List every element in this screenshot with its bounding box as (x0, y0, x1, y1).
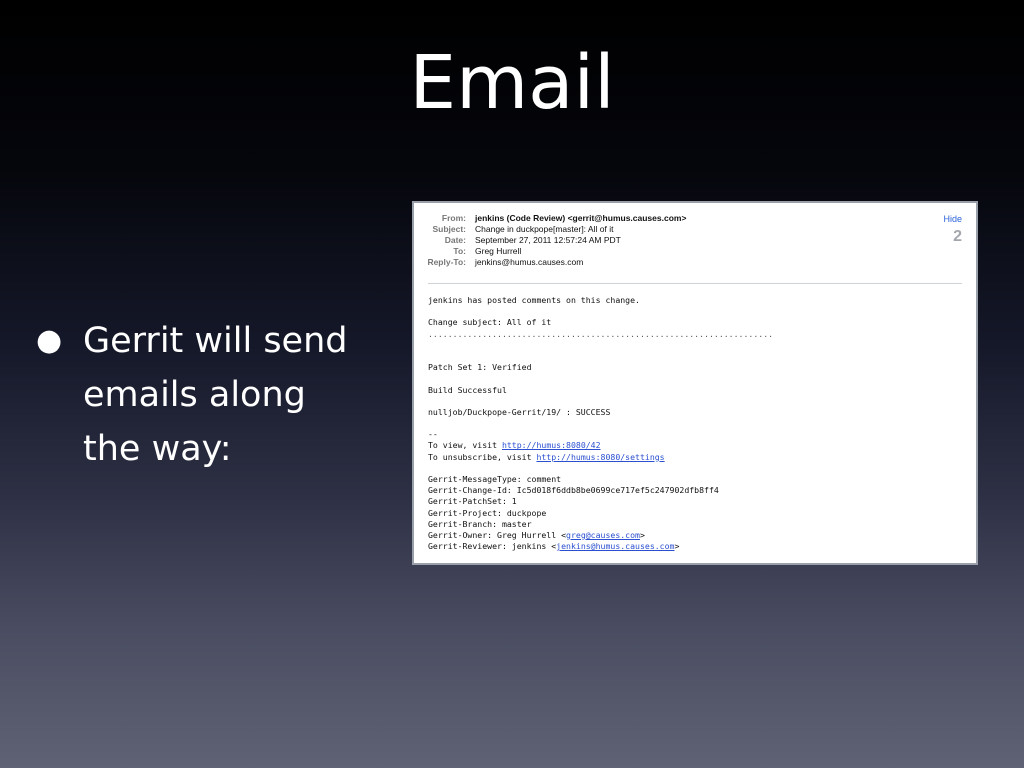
message-type-line: Gerrit-MessageType: comment (428, 474, 562, 484)
view-line: To view, visit http://humus:8080/42 (428, 440, 966, 451)
project-line: Gerrit-Project: duckpope (428, 507, 547, 518)
dotted-rule: ........................................… (428, 328, 774, 339)
owner-line: Gerrit-Owner: Greg Hurrell <greg@causes.… (428, 530, 966, 541)
reviewer-line: Gerrit-Reviewer: jenkins <jenkins@humus.… (428, 541, 966, 552)
patch-set-line: Patch Set 1: Verified (428, 362, 532, 373)
header-row-subject: Subject: Change in duckpope[master]: All… (414, 224, 976, 235)
slide-title: Email (409, 40, 615, 126)
header-label: To: (453, 246, 466, 256)
header-row-reply-to: Reply-To: jenkins@humus.causes.com (414, 257, 976, 268)
bullet-list: ● Gerrit will send emails along the way: (36, 314, 366, 476)
header-label: From: (441, 213, 466, 223)
header-label: Reply-To: (427, 257, 466, 267)
email-screenshot: From: jenkins (Code Review) <gerrit@humu… (412, 201, 978, 565)
email-headers: From: jenkins (Code Review) <gerrit@humu… (414, 213, 976, 268)
view-prefix: To view, visit (428, 440, 502, 451)
change-subject-line: Change subject: All of it (428, 317, 552, 328)
body-line: jenkins has posted comments on this chan… (428, 295, 640, 305)
patchset-line: Gerrit-PatchSet: 1 (428, 496, 517, 507)
header-row-to: To: Greg Hurrell (414, 246, 976, 257)
bullet-dot-icon: ● (36, 323, 63, 358)
hide-headers-link[interactable]: Hide (943, 214, 962, 224)
branch-line: Gerrit-Branch: master (428, 518, 532, 529)
header-value-to: Greg Hurrell (475, 246, 522, 256)
message-count: 2 (953, 228, 962, 245)
bullet-text: Gerrit will send emails along the way: (83, 321, 348, 469)
job-result-line: nulljob/Duckpope-Gerrit/19/ : SUCCESS (428, 406, 611, 417)
header-label: Subject: (432, 224, 466, 234)
view-link[interactable]: http://humus:8080/42 (502, 440, 601, 450)
header-divider (428, 283, 962, 284)
header-value-subject: Change in duckpope[master]: All of it (475, 224, 614, 234)
reviewer-prefix: Gerrit-Reviewer: jenkins < (428, 541, 557, 552)
header-row-date: Date: September 27, 2011 12:57:24 AM PDT (414, 235, 976, 246)
reviewer-email-link[interactable]: jenkins@humus.causes.com (556, 541, 674, 551)
change-id-line: Gerrit-Change-Id: Ic5d018f6ddb8be0699ce7… (428, 485, 719, 496)
reviewer-suffix: > (674, 541, 680, 552)
header-value-reply-to: jenkins@humus.causes.com (475, 257, 584, 267)
owner-email-link[interactable]: greg@causes.com (566, 530, 640, 540)
build-status-line: Build Successful (428, 384, 507, 395)
owner-suffix: > (639, 529, 645, 540)
header-value-date: September 27, 2011 12:57:24 AM PDT (475, 235, 621, 245)
header-label: Date: (444, 235, 466, 245)
unsubscribe-prefix: To unsubscribe, visit (428, 451, 537, 462)
owner-prefix: Gerrit-Owner: Greg Hurrell < (428, 529, 567, 540)
unsubscribe-link[interactable]: http://humus:8080/settings (536, 452, 664, 462)
unsubscribe-line: To unsubscribe, visit http://humus:8080/… (428, 452, 966, 463)
header-value-from: jenkins (Code Review) <gerrit@humus.caus… (475, 213, 687, 223)
signature-separator: -- (428, 429, 438, 440)
email-body: jenkins has posted comments on this chan… (428, 295, 966, 552)
header-row-from: From: jenkins (Code Review) <gerrit@humu… (414, 213, 976, 224)
